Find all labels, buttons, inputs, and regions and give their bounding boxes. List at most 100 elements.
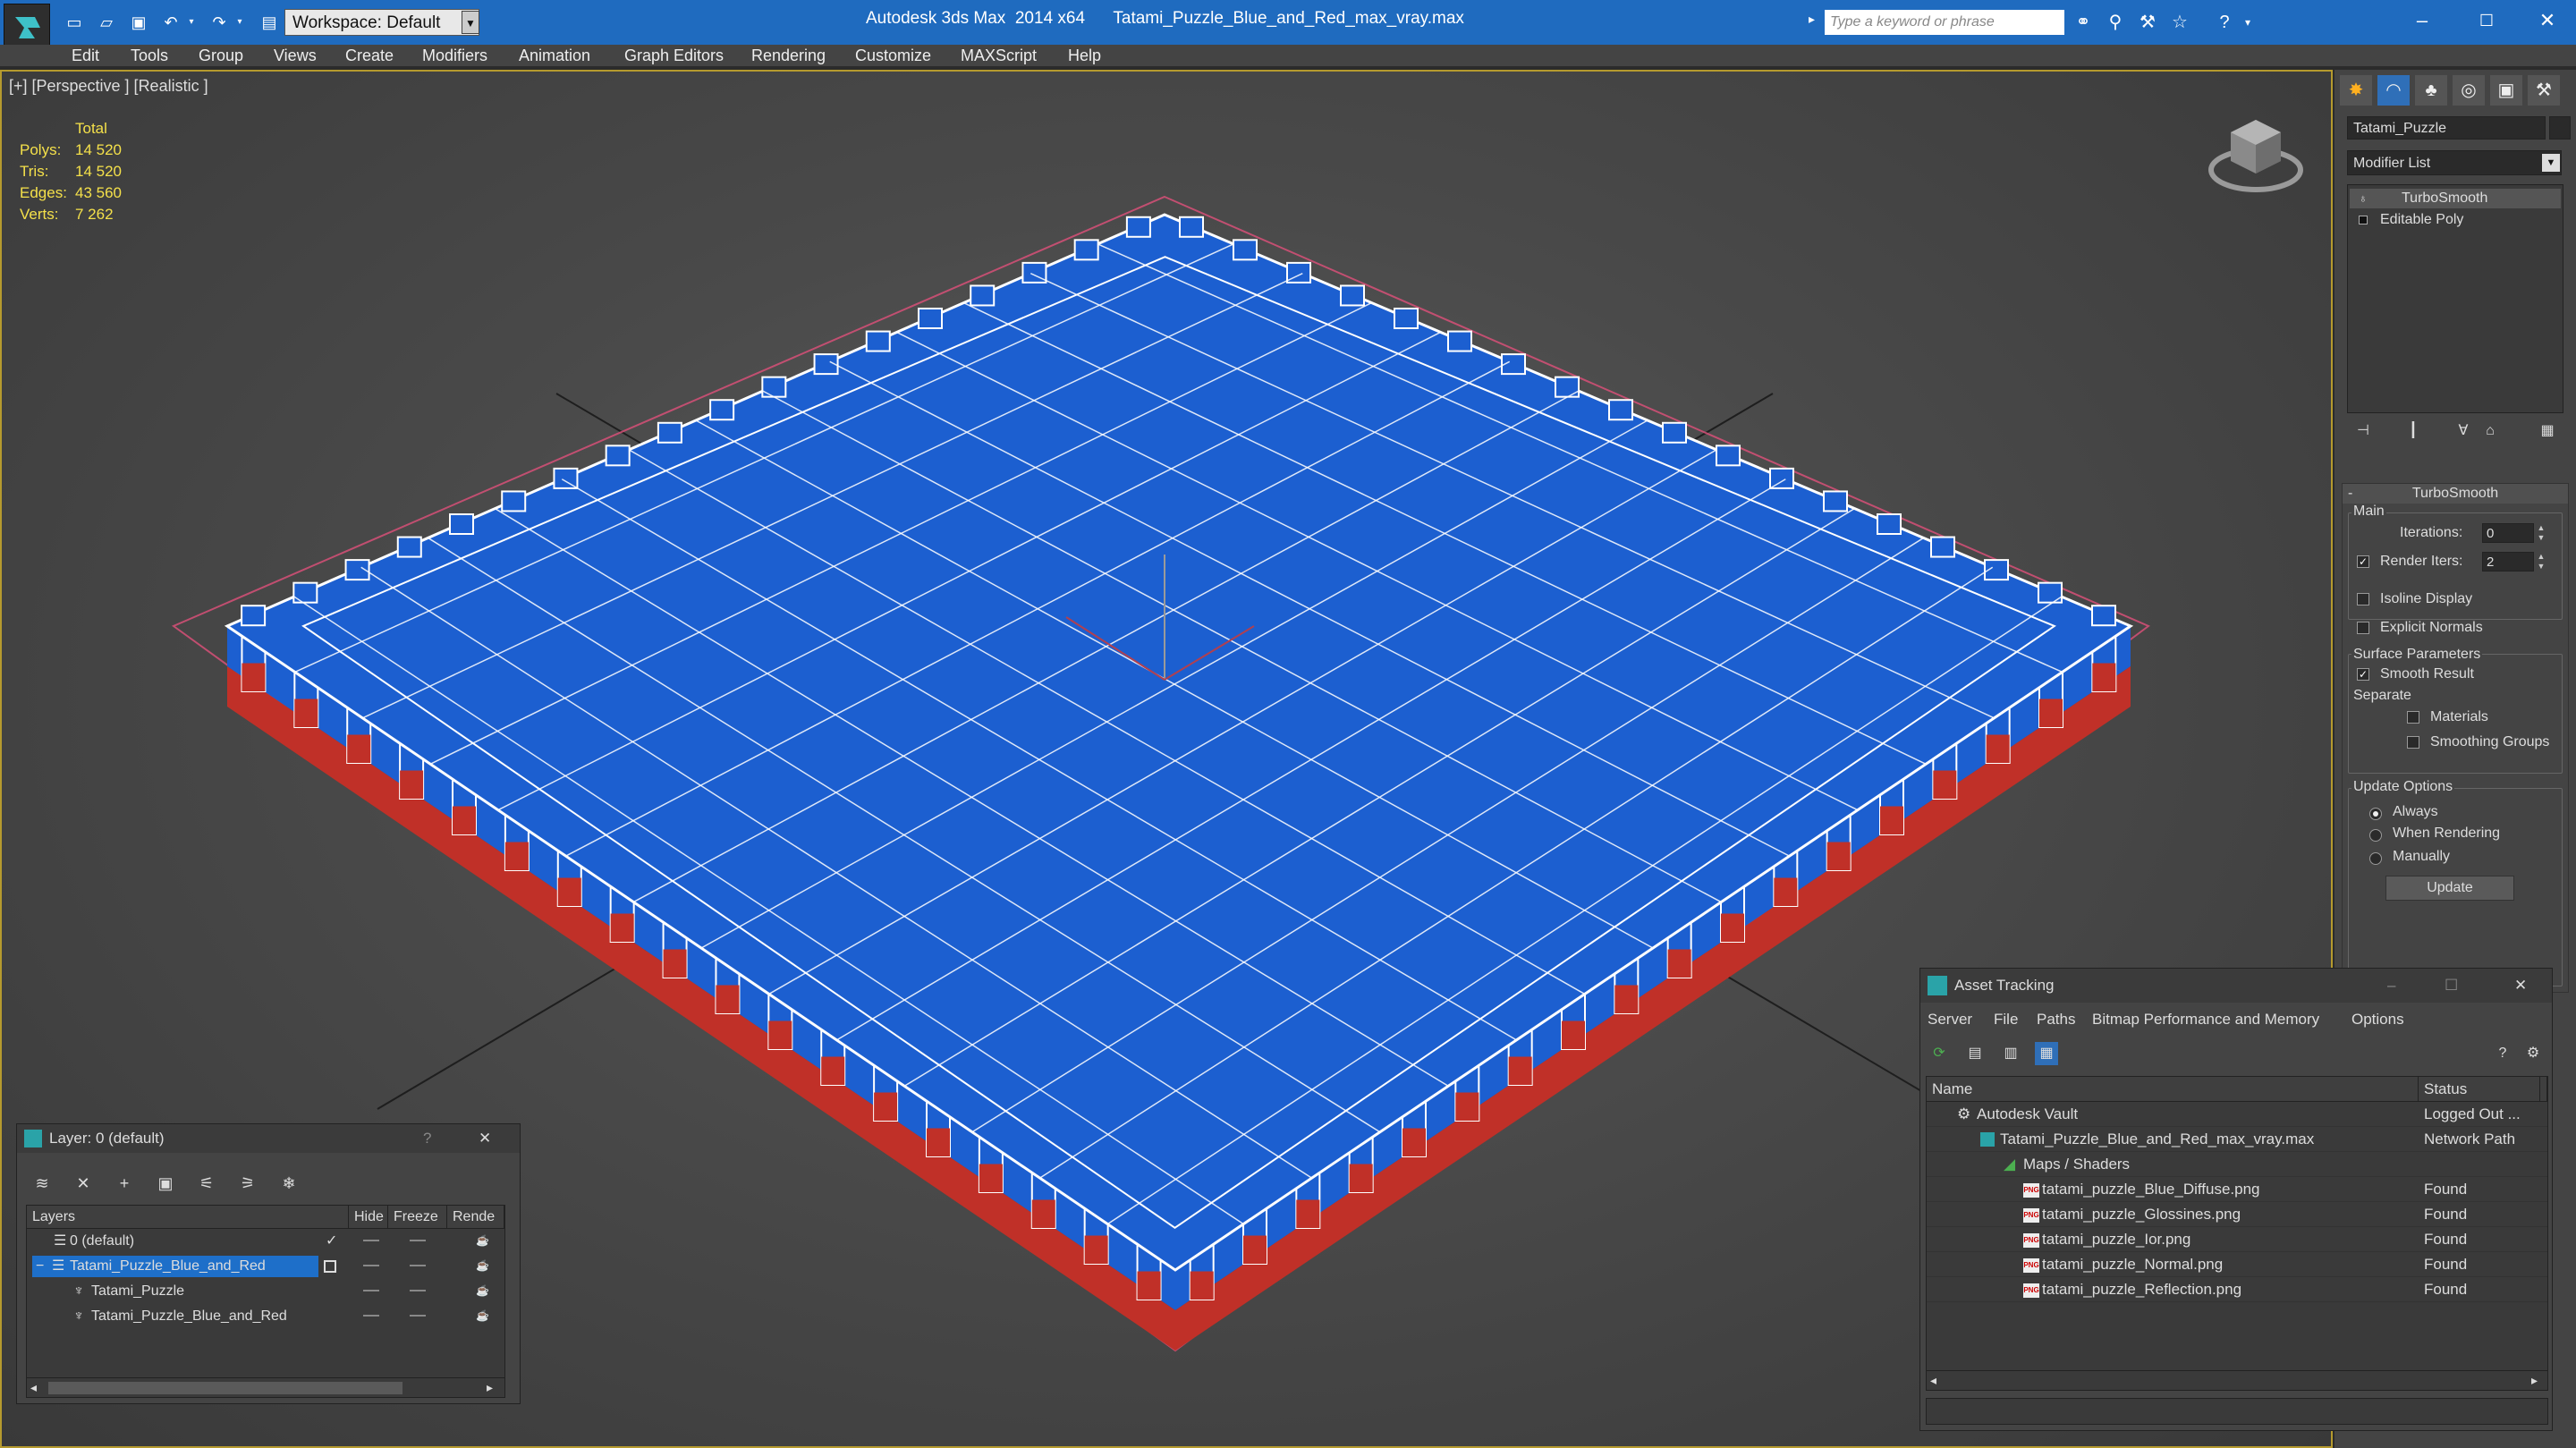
render-teapot-icon[interactable]: ☕ [476,1284,490,1297]
undo-dropdown-icon[interactable]: ▾ [184,11,199,34]
manually-radio[interactable] [2369,852,2382,865]
search-expand-icon[interactable]: ▸ [1809,12,1823,33]
render-teapot-icon[interactable]: ☕ [476,1309,490,1322]
materials-checkbox[interactable] [2407,711,2419,724]
chevron-down-icon[interactable]: ▼ [462,11,479,34]
menu-create[interactable]: Create [345,45,394,66]
column-hide[interactable]: Hide [349,1206,388,1229]
isoline-display-checkbox[interactable] [2357,593,2369,605]
hierarchy-tab-icon[interactable]: ♣ [2415,75,2447,106]
maximize-icon[interactable]: ☐ [2445,969,2458,1003]
make-active-box-icon[interactable] [324,1260,336,1273]
hide-toggle[interactable] [363,1265,379,1266]
highlight-layer-icon[interactable]: ⚟ [194,1171,219,1196]
asset-path-field[interactable] [1926,1398,2548,1425]
table-view-icon[interactable]: ▦ [2035,1042,2058,1065]
viewcube-icon[interactable] [2206,111,2306,200]
add-to-layer-icon[interactable]: + [112,1171,137,1196]
explicit-normals-checkbox[interactable] [2357,622,2369,634]
horizontal-scrollbar[interactable]: ◂ ▸ [27,1377,504,1397]
active-layer-check-icon[interactable]: ✓ [326,1229,337,1254]
search-input[interactable]: Type a keyword or phrase [1825,10,2064,35]
help-icon[interactable]: ? [2213,11,2236,34]
horizontal-scrollbar[interactable]: ◂ ▸ [1927,1370,2547,1390]
create-tab-icon[interactable]: ✸ [2340,75,2372,106]
render-teapot-icon[interactable]: ☕ [476,1234,490,1247]
open-file-icon[interactable]: ▱ [95,11,118,34]
scroll-left-icon[interactable]: ◂ [1930,1373,1936,1388]
menu-customize[interactable]: Customize [855,45,931,66]
menu-bitmap-performance[interactable]: Bitmap Performance and Memory [2092,1010,2319,1029]
object-name-field[interactable]: Tatami_Puzzle [2347,116,2546,140]
menu-graph-editors[interactable]: Graph Editors [624,45,724,66]
always-radio[interactable] [2369,808,2382,820]
collapse-icon[interactable]: − [36,1254,44,1279]
minimize-icon[interactable]: – [2387,969,2395,1003]
hide-toggle[interactable] [363,1290,379,1291]
asset-row[interactable]: ⚙ Autodesk Vault Logged Out ... [1927,1102,2547,1127]
close-icon[interactable]: ✕ [479,1124,491,1153]
utilities-tab-icon[interactable]: ⚒ [2528,75,2560,106]
create-layer-icon[interactable]: ≋ [30,1171,55,1196]
modifier-list-dropdown[interactable]: Modifier List [2347,150,2562,175]
make-unique-icon[interactable]: ∀ [2453,420,2474,442]
help-icon[interactable]: ? [423,1124,431,1153]
expand-box-icon[interactable] [2359,216,2368,224]
stack-item-turbosmooth[interactable]: ♁ TurboSmooth [2350,189,2561,208]
app-logo-icon[interactable] [4,4,50,50]
redo-icon[interactable]: ↷ [208,11,231,34]
asset-row[interactable]: PNG tatami_puzzle_Glossines.png Found [1927,1202,2547,1227]
spinner-arrows-icon[interactable]: ▲ ▼ [2536,552,2546,572]
help-dropdown-icon[interactable]: ▾ [2236,11,2259,34]
new-file-icon[interactable]: ▭ [63,11,86,34]
pin-stack-icon[interactable]: ⊣ [2352,420,2374,442]
object-color-swatch[interactable] [2549,116,2571,140]
layer-row[interactable]: − ☰ Tatami_Puzzle_Blue_and_Red ☕ [27,1254,504,1279]
maximize-button[interactable]: ☐ [2469,5,2504,36]
freeze-toggle[interactable] [410,1240,426,1241]
freeze-toggle[interactable] [410,1265,426,1266]
column-status[interactable]: Status [2419,1077,2540,1102]
asset-row[interactable]: PNG tatami_puzzle_Normal.png Found [1927,1252,2547,1277]
subscription-icon[interactable]: ⚲ [2104,11,2127,34]
show-end-result-icon[interactable]: ┃ [2402,420,2424,442]
column-layers[interactable]: Layers [27,1206,349,1229]
help-icon[interactable]: ? [2491,1042,2514,1065]
scroll-right-icon[interactable]: ▸ [2531,1373,2538,1388]
column-full-path[interactable]: F [2540,1077,2547,1102]
asset-row[interactable]: PNG tatami_puzzle_Ior.png Found [1927,1227,2547,1252]
layer-row[interactable]: ☰ 0 (default) ✓ ☕ [27,1229,504,1254]
layer-window-titlebar[interactable]: Layer: 0 (default) ? ✕ [17,1124,520,1153]
project-folder-icon[interactable]: ▤ [258,11,281,34]
minimize-button[interactable]: – [2404,5,2440,36]
column-name[interactable]: Name [1927,1077,2419,1102]
favorites-star-icon[interactable]: ☆ [2168,11,2191,34]
close-icon[interactable]: ✕ [2514,969,2527,1003]
viewport-label[interactable]: [+] [Perspective ] [Realistic ] [9,77,208,96]
binoculars-icon[interactable]: ⚭ [2072,11,2095,34]
layer-row[interactable]: ♆ Tatami_Puzzle ☕ [27,1279,504,1304]
scroll-thumb[interactable] [48,1382,402,1394]
menu-group[interactable]: Group [199,45,243,66]
render-iters-checkbox[interactable]: ✓ [2357,555,2369,568]
settings-icon[interactable]: ⚙ [2521,1042,2545,1065]
hide-toggle[interactable] [363,1315,379,1317]
chevron-down-icon[interactable]: ▼ [2542,154,2560,172]
select-objects-icon[interactable]: ▣ [153,1171,178,1196]
close-button[interactable]: ✕ [2529,5,2565,36]
workspace-dropdown[interactable]: Workspace: Default [284,9,479,36]
smoothing-groups-checkbox[interactable] [2407,736,2419,749]
menu-animation[interactable]: Animation [519,45,590,66]
layer-row[interactable]: ♆ Tatami_Puzzle_Blue_and_Red ☕ [27,1304,504,1329]
menu-rendering[interactable]: Rendering [751,45,826,66]
spinner-arrows-icon[interactable]: ▲ ▼ [2536,523,2546,543]
configure-modifier-sets-icon[interactable]: ▦ [2537,420,2558,442]
iterations-spinner[interactable]: 0 [2482,523,2534,543]
thumbnail-view-icon[interactable]: ▥ [1999,1042,2022,1065]
undo-icon[interactable]: ↶ [159,11,182,34]
refresh-icon[interactable]: ⟳ [1928,1042,1951,1065]
render-teapot-icon[interactable]: ☕ [476,1259,490,1272]
menu-server[interactable]: Server [1928,1010,1972,1029]
communication-icon[interactable]: ⚒ [2136,11,2159,34]
column-render[interactable]: Rende [447,1206,504,1229]
